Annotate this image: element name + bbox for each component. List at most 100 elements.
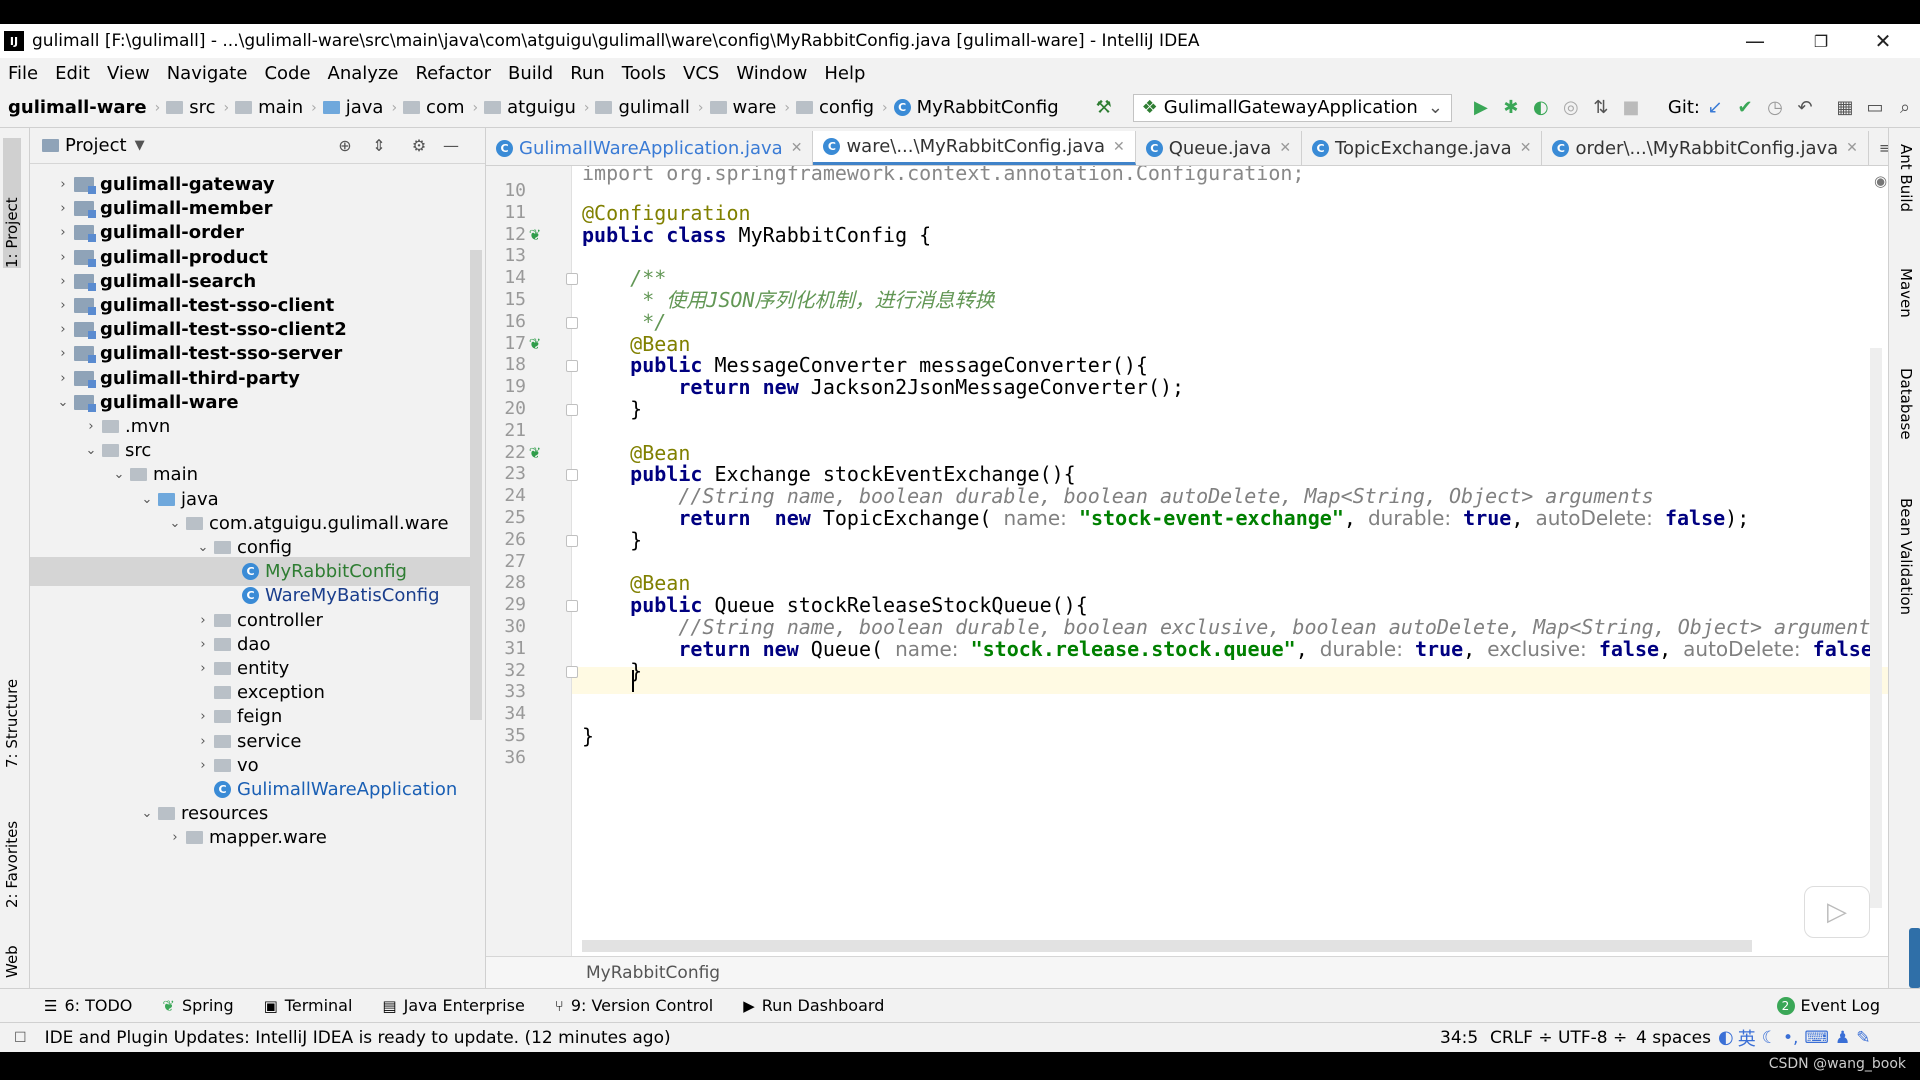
breadcrumb-atguigu[interactable]: atguigu ›: [484, 97, 589, 118]
tab-topic-exchange[interactable]: C TopicExchange.java ✕: [1302, 131, 1543, 165]
chevron-right-icon[interactable]: ›: [80, 419, 102, 434]
search-icon[interactable]: ⌕: [1890, 93, 1920, 123]
close-window-button[interactable]: ✕: [1858, 24, 1908, 58]
close-tab-icon[interactable]: ✕: [1113, 139, 1125, 155]
spring-bean-icon[interactable]: ❦: [526, 226, 544, 244]
git-commit-icon[interactable]: ✔: [1730, 93, 1760, 123]
collapse-all-icon[interactable]: ⇕: [368, 135, 390, 157]
chevron-right-icon[interactable]: ›: [192, 637, 214, 652]
menu-view[interactable]: View: [107, 63, 150, 84]
tree-item[interactable]: › mapper.ware: [30, 823, 470, 852]
caret-position[interactable]: 34:5: [1440, 1028, 1478, 1048]
chevron-right-icon[interactable]: ›: [52, 298, 74, 313]
project-structure-icon[interactable]: ▦: [1830, 93, 1860, 123]
rollback-icon[interactable]: ↶: [1790, 93, 1820, 123]
minimize-button[interactable]: —: [1730, 24, 1780, 58]
fold-marker-icon[interactable]: [566, 534, 578, 547]
project-tool-button[interactable]: 1: Project: [3, 138, 21, 268]
breadcrumb-gulimall[interactable]: gulimall ›: [595, 97, 704, 118]
spring-bean-icon[interactable]: ❦: [526, 335, 544, 353]
spring-bean-icon[interactable]: ❦: [526, 444, 544, 462]
chevron-right-icon[interactable]: ›: [52, 201, 74, 216]
menu-build[interactable]: Build: [508, 63, 553, 84]
chevron-down-icon[interactable]: ⌄: [52, 395, 74, 410]
layout-icon[interactable]: ▭: [1860, 93, 1890, 123]
chevron-right-icon[interactable]: ›: [52, 177, 74, 192]
version-control-tool-button[interactable]: ⑂ 9: Version Control: [555, 996, 713, 1015]
fold-marker-icon[interactable]: [566, 316, 578, 329]
editor-breadcrumb[interactable]: MyRabbitConfig: [486, 956, 1888, 988]
hide-icon[interactable]: —: [440, 135, 462, 157]
menu-code[interactable]: Code: [264, 63, 310, 84]
chevron-right-icon[interactable]: ›: [52, 322, 74, 337]
close-tab-icon[interactable]: ✕: [1279, 140, 1291, 156]
chevron-right-icon[interactable]: ›: [164, 830, 186, 845]
file-encoding[interactable]: UTF-8 ÷: [1558, 1028, 1627, 1048]
breadcrumb-module[interactable]: gulimall-ware ›: [8, 97, 160, 118]
close-tab-icon[interactable]: ✕: [1520, 140, 1532, 156]
menu-run[interactable]: Run: [570, 63, 605, 84]
fold-marker-icon[interactable]: [566, 600, 578, 613]
breadcrumb-java[interactable]: java ›: [322, 97, 397, 118]
breadcrumb-config[interactable]: config ›: [795, 97, 888, 118]
breadcrumb-class[interactable]: C MyRabbitConfig: [893, 97, 1059, 118]
chevron-right-icon[interactable]: ›: [52, 346, 74, 361]
chevron-right-icon[interactable]: ›: [192, 758, 214, 773]
chevron-right-icon[interactable]: ›: [192, 734, 214, 749]
run-icon[interactable]: ▶: [1466, 93, 1496, 123]
tab-queue[interactable]: C Queue.java ✕: [1136, 131, 1303, 165]
terminal-tool-button[interactable]: ▣ Terminal: [264, 996, 353, 1015]
run-dashboard-tool-button[interactable]: ▶ Run Dashboard: [743, 996, 884, 1015]
menu-window[interactable]: Window: [736, 63, 807, 84]
fold-marker-icon[interactable]: [566, 404, 578, 416]
git-update-icon[interactable]: ↙: [1700, 93, 1730, 123]
ant-build-tool-button[interactable]: Ant Build: [1897, 144, 1915, 212]
todo-tool-button[interactable]: ☰ 6: TODO: [44, 996, 132, 1015]
menu-file[interactable]: File: [8, 63, 38, 84]
attach-icon[interactable]: ⇅: [1586, 93, 1616, 123]
chevron-right-icon[interactable]: ›: [52, 225, 74, 240]
structure-tool-button[interactable]: 7: Structure: [3, 638, 21, 768]
project-view-select[interactable]: Project: [65, 135, 127, 156]
tab-ware-myrabbitconfig[interactable]: Cware\...\MyRabbitConfig.java ✕: [813, 131, 1136, 165]
build-hammer-icon[interactable]: ⚒: [1089, 93, 1119, 123]
database-tool-button[interactable]: Database: [1897, 368, 1915, 440]
chevron-down-icon[interactable]: ⌄: [136, 806, 158, 821]
gear-icon[interactable]: ⚙: [408, 135, 430, 157]
fold-marker-icon[interactable]: [566, 665, 578, 678]
chevron-right-icon[interactable]: ›: [192, 613, 214, 628]
run-configuration-select[interactable]: ❖ GulimallGatewayApplication ⌄: [1132, 93, 1452, 122]
stop-icon[interactable]: ■: [1616, 93, 1646, 123]
menu-tools[interactable]: Tools: [622, 63, 666, 84]
breadcrumb-ware[interactable]: ware ›: [709, 97, 790, 118]
menu-edit[interactable]: Edit: [55, 63, 90, 84]
tab-order-myrabbitconfig[interactable]: Corder\...\MyRabbitConfig.java ✕: [1542, 131, 1869, 165]
chevron-down-icon[interactable]: ⌄: [108, 467, 130, 482]
breadcrumb-src[interactable]: src ›: [166, 97, 229, 118]
menu-analyze[interactable]: Analyze: [328, 63, 399, 84]
locate-icon[interactable]: ⊕: [334, 135, 356, 157]
chevron-down-icon[interactable]: ⌄: [192, 540, 214, 555]
code-content[interactable]: import org.springframework.context.annot…: [582, 166, 1888, 956]
chevron-right-icon[interactable]: ›: [52, 250, 74, 265]
close-tab-icon[interactable]: ✕: [791, 140, 803, 156]
project-scrollbar[interactable]: [470, 250, 482, 720]
web-tool-button[interactable]: Web: [3, 918, 21, 978]
ime-language-indicator[interactable]: 英: [1738, 1025, 1756, 1051]
maven-tool-button[interactable]: Maven: [1897, 268, 1915, 318]
coverage-icon[interactable]: ◐: [1526, 93, 1556, 123]
chevron-down-icon[interactable]: ⌄: [164, 516, 186, 531]
line-separator[interactable]: CRLF ÷: [1490, 1028, 1553, 1048]
restore-button[interactable]: ❐: [1796, 24, 1846, 58]
editor-vertical-scrollbar[interactable]: [1870, 348, 1882, 908]
eye-icon[interactable]: ◉: [1874, 172, 1887, 190]
chevron-down-icon[interactable]: ⌄: [80, 443, 102, 458]
status-message[interactable]: IDE and Plugin Updates: IntelliJ IDEA is…: [45, 1028, 671, 1048]
breadcrumb-com[interactable]: com ›: [403, 97, 478, 118]
menu-refactor[interactable]: Refactor: [415, 63, 491, 84]
close-tab-icon[interactable]: ✕: [1846, 140, 1858, 156]
chevron-right-icon[interactable]: ›: [192, 709, 214, 724]
event-log-button[interactable]: 2 Event Log: [1776, 996, 1880, 1015]
chevron-right-icon[interactable]: ›: [52, 371, 74, 386]
indent-setting[interactable]: 4 spaces: [1636, 1028, 1711, 1048]
